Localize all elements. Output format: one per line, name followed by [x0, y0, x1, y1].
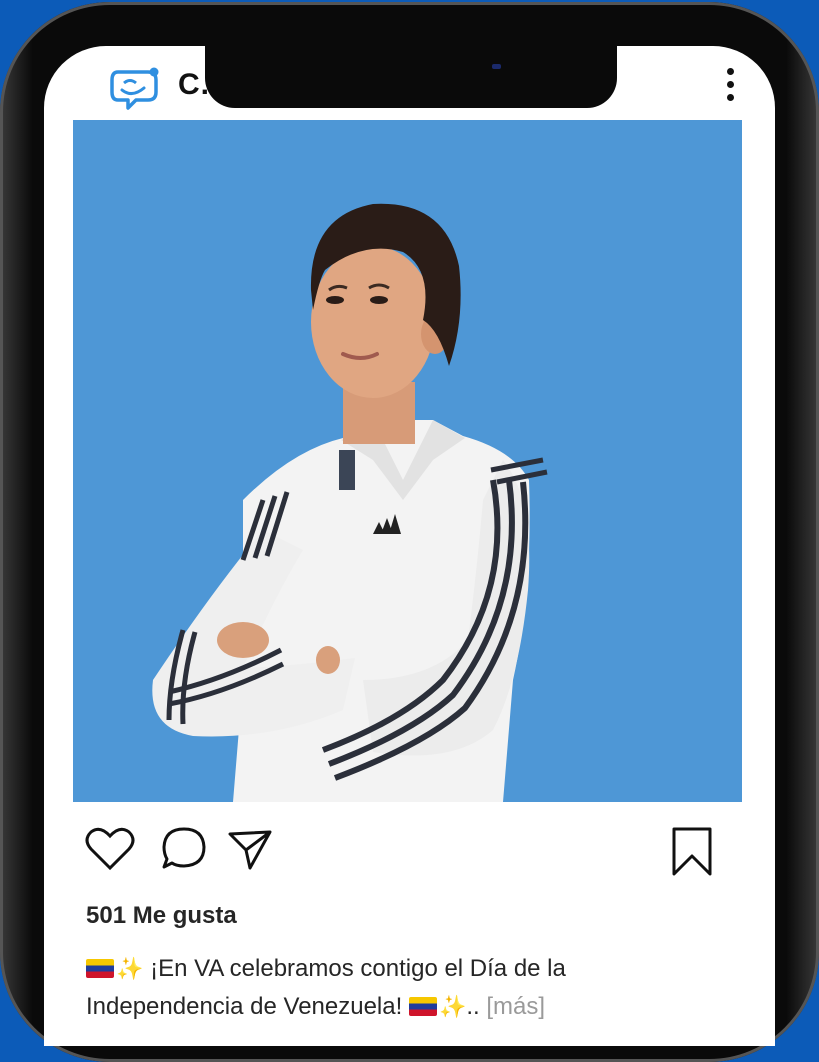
caption-text-2: Independencia de Venezuela!	[86, 993, 403, 1020]
more-vertical-icon[interactable]	[724, 68, 736, 108]
send-icon[interactable]	[226, 826, 274, 872]
venezuela-flag-icon	[408, 997, 437, 1016]
phone-screen: C. 501 Me gusta ✨ ¡En VA celebramos cont…	[44, 46, 775, 1046]
sparkles-icon: ✨	[116, 956, 144, 981]
post-caption: ✨ ¡En VA celebramos contigo el Día de la…	[86, 950, 726, 1026]
sparkles-icon: ✨	[438, 994, 467, 1019]
bookmark-icon[interactable]	[670, 826, 714, 878]
caption-line-2: Independencia de Venezuela! ✨.. [más]	[86, 988, 726, 1026]
caption-text-1: ¡En VA celebramos contigo el Día de la	[150, 955, 566, 982]
caption-ellipsis: ..	[466, 993, 480, 1020]
caption-line-1: ✨ ¡En VA celebramos contigo el Día de la	[86, 950, 726, 988]
phone-notch	[205, 46, 617, 108]
heart-icon[interactable]	[85, 826, 135, 872]
chat-bubble-smile-logo-icon[interactable]	[110, 66, 162, 110]
person-illustration	[152, 203, 548, 802]
post-photo[interactable]	[73, 120, 742, 802]
comment-icon[interactable]	[161, 826, 207, 872]
venezuela-flag-icon	[86, 959, 114, 978]
camera-dot	[492, 64, 501, 69]
more-link[interactable]: [más]	[486, 993, 545, 1020]
like-count[interactable]: 501 Me gusta	[86, 902, 237, 930]
post-actions	[44, 826, 775, 886]
